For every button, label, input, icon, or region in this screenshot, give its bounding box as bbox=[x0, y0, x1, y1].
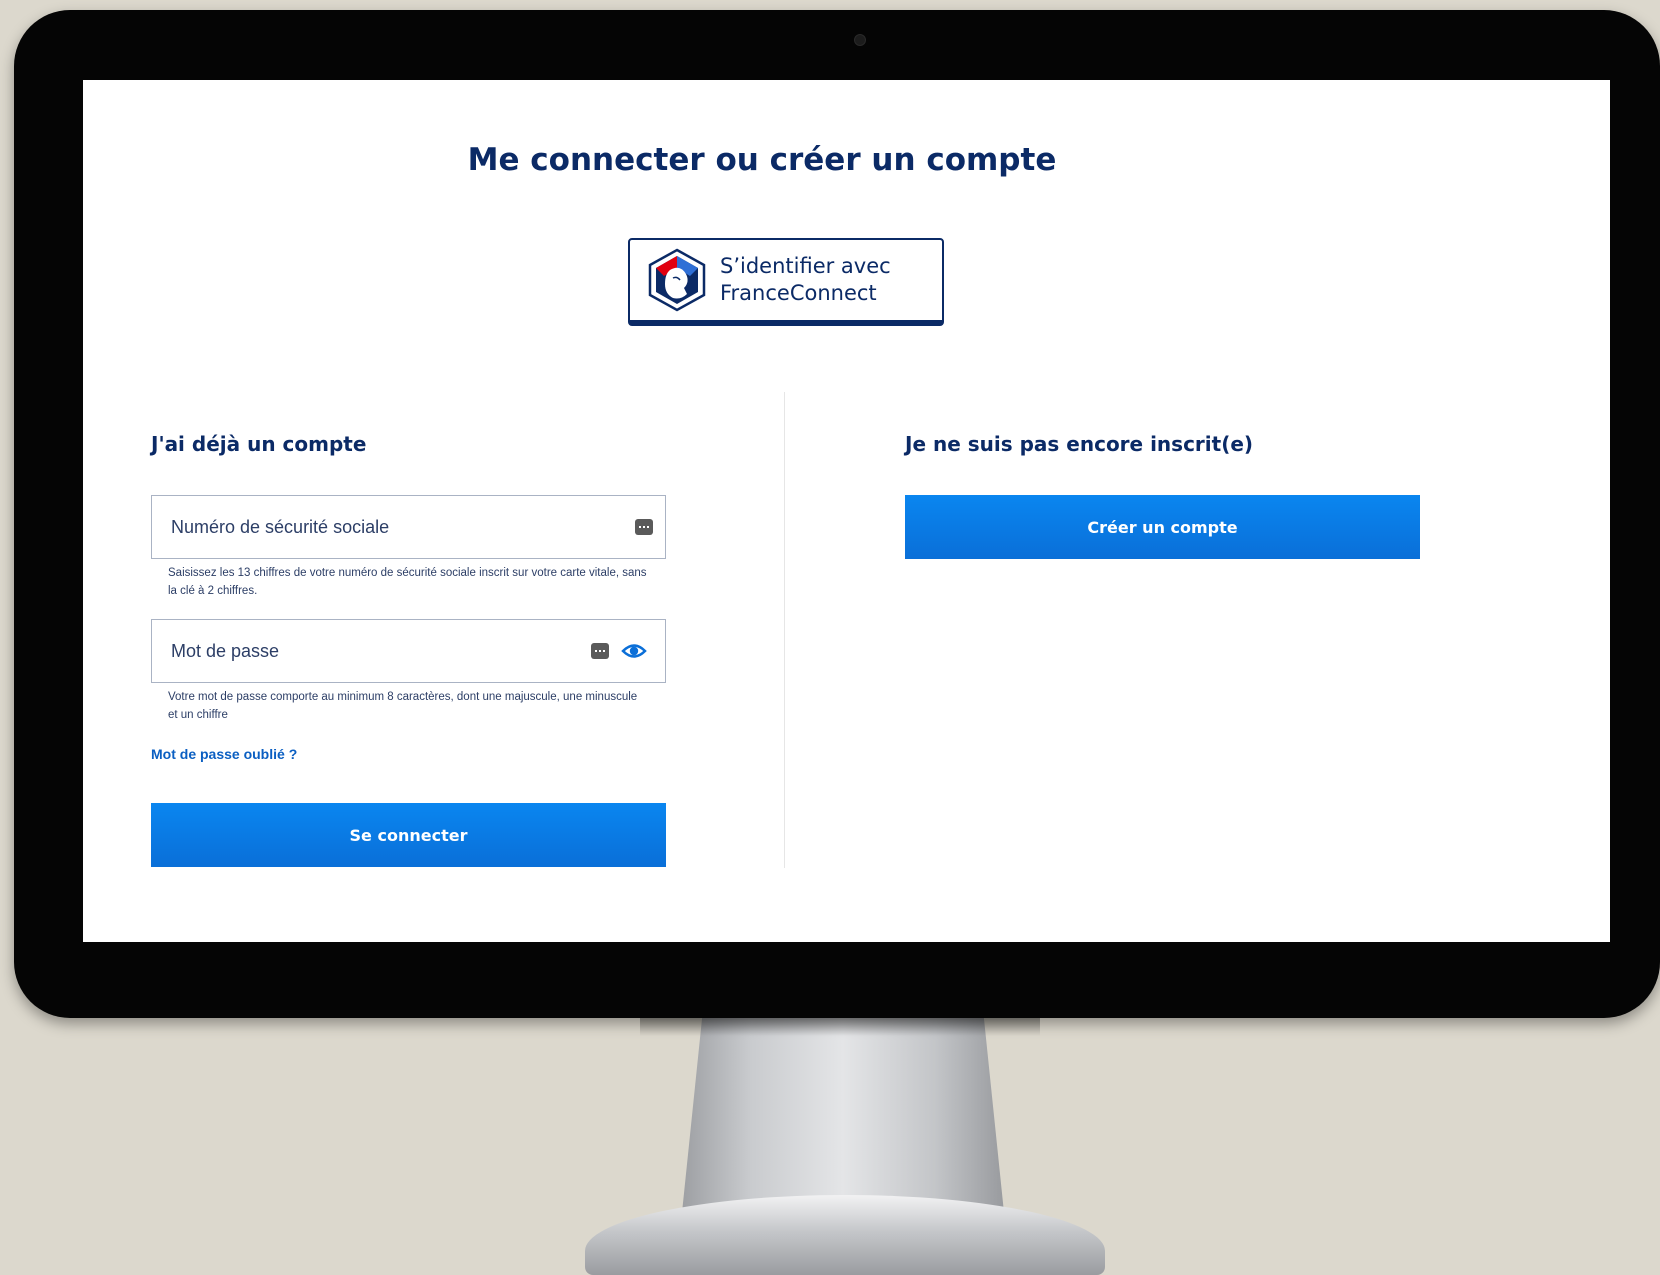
password-input[interactable] bbox=[171, 620, 591, 682]
create-account-button[interactable]: Créer un compte bbox=[905, 495, 1420, 559]
page-title: Me connecter ou créer un compte bbox=[467, 142, 1057, 178]
keypad-icon[interactable] bbox=[591, 643, 609, 659]
ssn-input[interactable] bbox=[171, 496, 635, 558]
password-field[interactable] bbox=[151, 619, 666, 683]
login-section-title: J'ai déjà un compte bbox=[151, 432, 367, 456]
monitor-stand-base bbox=[585, 1195, 1105, 1275]
ssn-field[interactable] bbox=[151, 495, 666, 559]
franceconnect-label-line2: FranceConnect bbox=[720, 281, 877, 305]
franceconnect-button[interactable]: S’identifier avec FranceConnect bbox=[628, 238, 944, 326]
login-page: Me connecter ou créer un compte S’identi… bbox=[83, 80, 1610, 942]
eye-icon[interactable] bbox=[621, 638, 647, 664]
register-section-title: Je ne suis pas encore inscrit(e) bbox=[905, 432, 1254, 456]
login-button[interactable]: Se connecter bbox=[151, 803, 666, 867]
camera-icon bbox=[854, 34, 866, 46]
franceconnect-label: S’identifier avec FranceConnect bbox=[720, 253, 891, 307]
franceconnect-label-line1: S’identifier avec bbox=[720, 254, 891, 278]
password-hint: Votre mot de passe comporte au minimum 8… bbox=[168, 691, 638, 721]
forgot-password-link[interactable]: Mot de passe oublié ? bbox=[151, 746, 297, 762]
column-divider bbox=[784, 392, 785, 868]
ssn-hint: Saisissez les 13 chiffres de votre numér… bbox=[168, 567, 647, 597]
franceconnect-logo bbox=[648, 248, 706, 312]
keypad-icon[interactable] bbox=[635, 519, 653, 535]
stand-shadow bbox=[640, 1018, 1040, 1036]
monitor-scene: Me connecter ou créer un compte S’identi… bbox=[0, 0, 1660, 1275]
